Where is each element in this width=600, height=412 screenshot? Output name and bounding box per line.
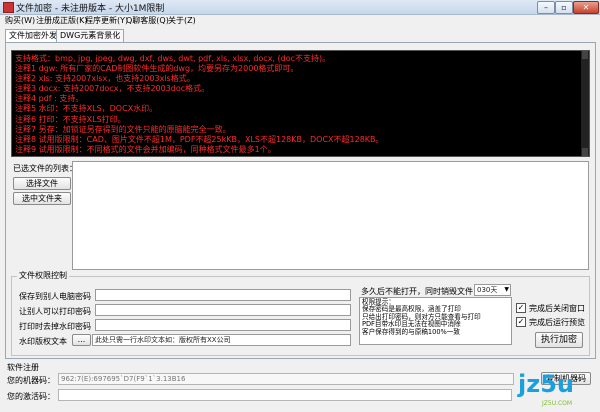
tip-line: 客户保存得到的与原稿100%一致 <box>362 327 460 336</box>
info-line: 注释9 试用版限制：不同格式的文件会并加编码，同种格式文件最多1个。 <box>15 144 276 154</box>
browse-button[interactable]: ... <box>72 334 91 346</box>
window-title: 文件加密 - 未注册版本 - 大小1M限制 <box>16 4 165 14</box>
tab-file-encrypt[interactable]: 文件加密外发 <box>5 29 61 42</box>
logo-text: jz5u <box>518 370 574 398</box>
menu-register[interactable]: 注册成正版(K) <box>36 15 88 27</box>
scroll-down-arrow-icon[interactable] <box>582 148 588 156</box>
info-line: 注释2 xls: 支持2007xlsx，也支持2003xls格式。 <box>15 74 195 84</box>
info-line: 支持格式：bmp, jpg, jpeg, dwg, dxf, dws, dwt,… <box>15 54 331 63</box>
expire-value: 030天 <box>477 286 498 294</box>
dropdown-arrow-icon[interactable]: ▼ <box>504 285 509 295</box>
file-list-label: 已选文件的列表： <box>13 164 77 173</box>
minimize-button[interactable]: – <box>537 1 555 14</box>
print-password-label: 让别人可以打印密码 <box>19 307 91 316</box>
menu-buy[interactable]: 购买(W) <box>5 15 35 27</box>
remove-watermark-password-input[interactable] <box>95 319 351 331</box>
menu-update[interactable]: 程序更新(Y) <box>85 15 128 27</box>
print-password-input[interactable] <box>95 304 351 316</box>
expire-select[interactable]: 030天 ▼ <box>474 284 511 296</box>
register-title: 软件注册 <box>7 363 39 372</box>
activation-code-input[interactable] <box>58 389 512 401</box>
maximize-button[interactable]: ▫ <box>555 1 573 14</box>
preview-after-done-label: 完成后运行预览 <box>529 318 585 327</box>
select-folder-button[interactable]: 选中文件夹 <box>13 192 71 205</box>
close-after-done-checkbox[interactable]: ✓ <box>516 303 526 313</box>
close-button[interactable]: ✕ <box>573 1 599 14</box>
watermark-text-label: 水印版权文本 <box>19 337 67 346</box>
site-watermark-logo: jz5u JZ5U.COM <box>516 370 596 410</box>
save-password-input[interactable] <box>95 289 351 301</box>
remove-watermark-password-label: 打印时去掉水印密码 <box>19 322 91 331</box>
save-password-label: 保存到别人电脑密码 <box>19 292 91 301</box>
info-line: 注释5 水印：不支持XLS，DOCX水印。 <box>15 104 158 114</box>
info-line: 注释7 另存：加锁证另存得到的文件只能的原脑能完全一致。 <box>15 124 231 134</box>
permission-tips: 权限提示： 保存密码是最高权限，涵盖了打印 只给出打印密码，则对方只能查看与打印… <box>359 297 512 345</box>
machine-code-label: 您的机器码： <box>7 376 55 385</box>
info-line: 注释1 dgw: 所有厂家的CAD制图软件生成的dwg，均要另存为2000格式即… <box>15 64 299 74</box>
info-box: 支持格式：bmp, jpg, jpeg, dwg, dxf, dws, dwt,… <box>11 50 590 157</box>
watermark-text-input[interactable]: 此处只需一行水印文本如：版权所有XX公司 <box>92 334 351 346</box>
close-after-done-label: 完成后关闭窗口 <box>529 304 585 313</box>
info-line: 注释3 docx: 支持2007docx，不支持2003doc格式。 <box>15 84 210 94</box>
preview-after-done-checkbox[interactable]: ✓ <box>516 317 526 327</box>
tab-dwg-background[interactable]: DWG元素背景化 <box>56 29 125 42</box>
title-bar: 文件加密 - 未注册版本 - 大小1M限制 – ▫ ✕ <box>0 0 600 15</box>
menu-about[interactable]: 关于(Z) <box>168 15 196 27</box>
info-line: 注释8 试用版限制：CAD、图片文件不超1M，PDF不超25kKB，XLS不超1… <box>15 134 384 144</box>
permissions-title: 文件权限控制 <box>17 270 69 281</box>
machine-code-field[interactable]: 962:7(E):697695`D7(F9`1`3.13B16 <box>58 373 514 385</box>
app-icon <box>3 2 14 13</box>
info-scrollbar[interactable] <box>581 51 589 156</box>
activation-code-label: 您的激活码： <box>7 392 55 401</box>
select-file-button[interactable]: 选择文件 <box>13 177 71 190</box>
logo-subtext: JZ5U.COM <box>542 400 573 407</box>
info-line: 注释4 pdf : 支持。 <box>15 94 84 104</box>
menu-support[interactable]: Q聊客服(Q) <box>126 15 169 27</box>
menu-bar: 购买(W) 注册成正版(K) 程序更新(Y) Q聊客服(Q) 关于(Z) <box>0 15 600 27</box>
file-list[interactable] <box>72 161 589 270</box>
info-line: 注释6 打印：不支持XLS打印。 <box>15 114 126 124</box>
scroll-up-arrow-icon[interactable] <box>582 51 588 59</box>
run-encrypt-button[interactable]: 执行加密 <box>535 332 583 348</box>
expire-label: 多久后不能打开，同时销毁文件 <box>361 287 473 296</box>
